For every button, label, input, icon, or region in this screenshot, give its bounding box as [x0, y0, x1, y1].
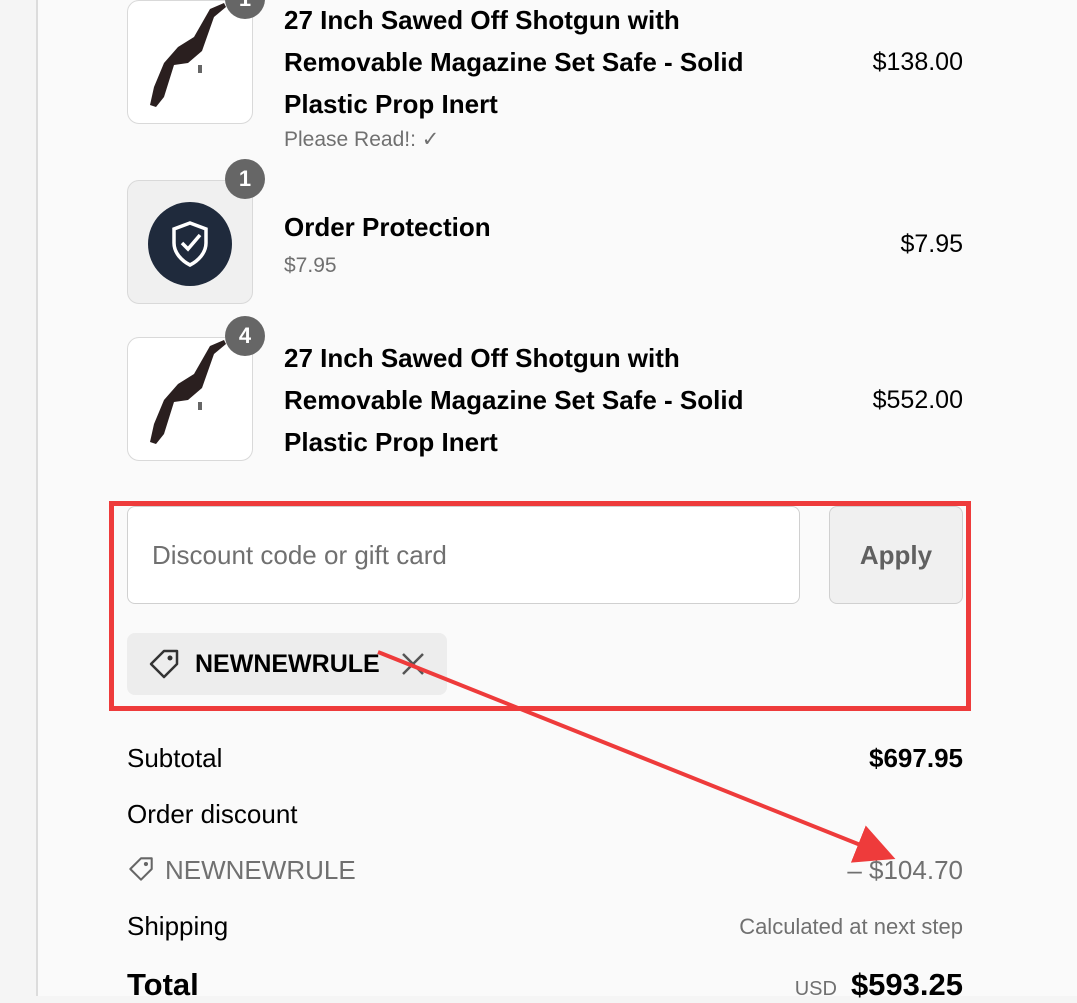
order-discount-label: Order discount: [127, 799, 298, 829]
product-thumbnail: 1: [127, 0, 265, 124]
discount-input[interactable]: Discount code or gift card: [127, 506, 800, 604]
product-thumbnail: 4: [127, 316, 265, 461]
total-label: Total: [127, 967, 199, 1002]
product-thumbnail: 1: [127, 159, 265, 304]
quantity-badge: 4: [225, 316, 265, 356]
subtotal-value: $697.95: [869, 743, 963, 773]
product-note: $7.95: [284, 254, 337, 277]
product-price: $552.00: [872, 386, 963, 414]
total-row: Total USD $593.25: [127, 967, 963, 1003]
discount-code-row: NEWNEWRULE – $104.70: [127, 855, 963, 886]
shipping-label: Shipping: [127, 911, 229, 941]
discount-code-label: NEWNEWRULE: [195, 649, 380, 678]
product-title: 27 Inch Sawed Off Shotgun with Removable…: [284, 5, 744, 119]
product-price: $7.95: [900, 230, 963, 258]
total-value: $593.25: [850, 967, 963, 1002]
tag-icon: [149, 649, 179, 679]
total-value-group: USD $593.25: [795, 967, 963, 1003]
line-item: 1 27 Inch Sawed Off Shotgun with Removab…: [127, 0, 963, 160]
line-item: 4 27 Inch Sawed Off Shotgun with Removab…: [127, 316, 963, 463]
shotgun-image: [150, 3, 226, 107]
currency-label: USD: [794, 978, 837, 1000]
product-title: Order Protection: [284, 212, 491, 242]
discount-code-text: NEWNEWRULE: [165, 855, 356, 885]
product-title: 27 Inch Sawed Off Shotgun with Removable…: [284, 343, 744, 457]
line-item: 1 Order Protection $7.95 $7.95: [127, 159, 963, 306]
product-note: Please Read!: ✓: [284, 128, 440, 151]
tag-icon: [129, 857, 153, 881]
product-price: $138.00: [872, 48, 963, 76]
applied-discount-chip: NEWNEWRULE: [127, 633, 447, 695]
shotgun-image: [150, 340, 226, 444]
subtotal-row: Subtotal $697.95: [127, 743, 963, 774]
quantity-badge: 1: [225, 159, 265, 199]
shipping-value: Calculated at next step: [739, 914, 963, 939]
shield-check-icon: [148, 202, 232, 286]
subtotal-label: Subtotal: [127, 743, 223, 773]
shipping-row: Shipping Calculated at next step: [127, 911, 963, 942]
apply-button[interactable]: Apply: [829, 506, 963, 604]
order-discount-row: Order discount: [127, 799, 963, 830]
close-icon[interactable]: [400, 651, 426, 677]
discount-value: – $104.70: [847, 855, 963, 885]
